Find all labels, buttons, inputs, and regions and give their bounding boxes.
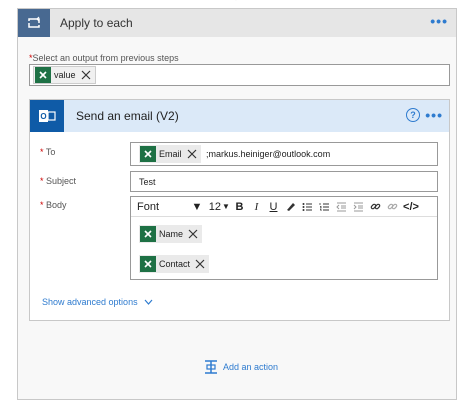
chevron-down-icon (144, 299, 153, 305)
excel-icon (140, 256, 156, 272)
code-view-icon[interactable]: </> (401, 198, 421, 216)
numbered-list-icon[interactable] (316, 198, 333, 216)
loop-title: Apply to each (60, 16, 133, 30)
to-label: * To (40, 147, 56, 157)
help-icon[interactable]: ? (406, 108, 420, 122)
remove-token-icon[interactable] (79, 68, 93, 82)
remove-token-icon[interactable] (186, 227, 200, 241)
connector-arrow-icon (235, 0, 237, 1)
action-title: Send an email (V2) (76, 109, 179, 123)
underline-icon[interactable]: U (265, 198, 282, 216)
remove-token-icon[interactable] (193, 257, 207, 271)
highlight-icon[interactable] (282, 198, 299, 216)
loop-more-options-button[interactable]: ••• (430, 13, 448, 29)
apply-to-each-container: Apply to each ••• *Select an output from… (17, 8, 457, 400)
font-dropdown-icon[interactable]: ▼ (191, 198, 203, 216)
excel-icon (35, 67, 51, 83)
body-editor[interactable]: Font ▼ 12 ▼ B I U </> Name Contact (130, 196, 438, 280)
action-more-options-button[interactable]: ••• (425, 107, 443, 123)
show-advanced-options-link[interactable]: Show advanced options (42, 297, 153, 307)
add-action-icon (205, 360, 217, 374)
select-output-field[interactable]: value (29, 64, 450, 86)
name-token[interactable]: Name (139, 225, 203, 243)
unlink-icon[interactable] (384, 198, 401, 216)
increase-indent-icon[interactable] (350, 198, 367, 216)
bold-icon[interactable]: B (231, 198, 248, 216)
excel-icon (140, 146, 156, 162)
remove-token-icon[interactable] (185, 147, 199, 161)
to-field[interactable]: Email ;markus.heiniger@outlook.com (130, 142, 438, 166)
decrease-indent-icon[interactable] (333, 198, 350, 216)
select-output-label: *Select an output from previous steps (29, 53, 179, 63)
email-token[interactable]: Email (139, 145, 201, 163)
outlook-icon: O (30, 100, 64, 132)
font-size-select[interactable]: 12 (203, 198, 221, 216)
svg-text:O: O (40, 112, 46, 121)
subject-field[interactable]: Test (130, 171, 438, 192)
body-label: * Body (40, 200, 67, 210)
italic-icon[interactable]: I (248, 198, 265, 216)
send-email-header[interactable]: O Send an email (V2) ? ••• (30, 100, 449, 132)
to-address-text: ;markus.heiniger@outlook.com (206, 149, 331, 159)
rich-text-toolbar: Font ▼ 12 ▼ B I U </> (131, 197, 437, 217)
size-dropdown-icon[interactable]: ▼ (221, 198, 231, 216)
link-icon[interactable] (367, 198, 384, 216)
subject-value: Test (139, 177, 156, 187)
subject-label: * Subject (40, 176, 77, 186)
apply-to-each-header[interactable]: Apply to each ••• (18, 9, 456, 37)
send-email-action-card: O Send an email (V2) ? ••• * To Email ;m… (29, 99, 450, 321)
font-select[interactable]: Font (131, 198, 191, 216)
bulleted-list-icon[interactable] (299, 198, 316, 216)
contact-token[interactable]: Contact (139, 255, 210, 273)
value-token[interactable]: value (33, 66, 96, 84)
excel-icon (140, 226, 156, 242)
add-an-action-button[interactable]: Add an action (203, 359, 278, 375)
loop-icon (18, 9, 50, 37)
